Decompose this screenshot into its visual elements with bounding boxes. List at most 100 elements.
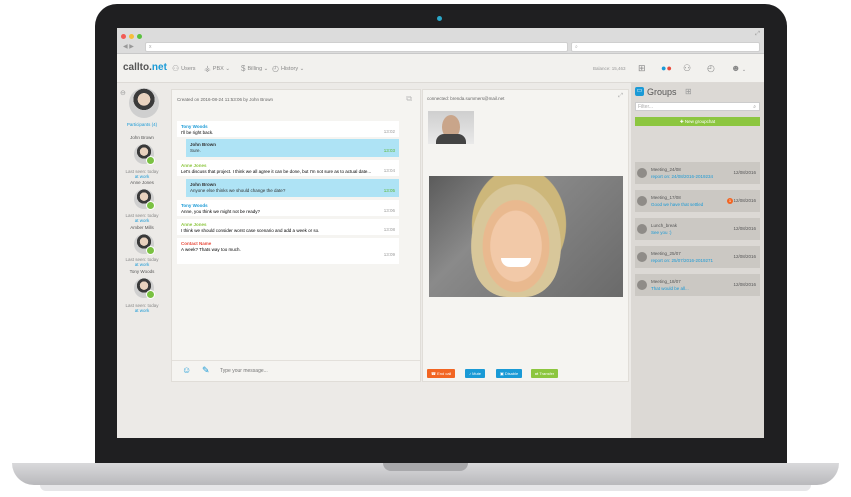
recent-clock-icon[interactable]: ◴ — [707, 63, 715, 74]
self-video-thumbnail[interactable] — [428, 111, 474, 144]
group-item[interactable]: Meeting_17/08 Good we have that settled … — [635, 190, 760, 212]
nav-users[interactable]: ⚇ Users — [172, 64, 196, 73]
address-text: x — [149, 44, 152, 50]
dollar-icon: $ — [241, 64, 246, 73]
participant-status: at work — [134, 308, 150, 313]
mute-label: Mute — [472, 371, 482, 376]
participant-name: Anne Jones — [130, 180, 154, 185]
new-groupchat-button[interactable]: ✚ New groupchat — [635, 117, 760, 126]
participant-status: at work — [134, 174, 150, 179]
group-name: Meeting_18/07 — [651, 279, 681, 284]
group-date: 12/08/2016 — [733, 282, 756, 287]
groups-filter-input[interactable]: Filter... ⌕ — [635, 102, 760, 111]
back-arrow-icon[interactable]: ◀ — [123, 44, 128, 50]
transfer-label: Transfer — [539, 371, 555, 376]
fullscreen-icon[interactable]: ⤢ — [618, 93, 623, 100]
contacts-icon[interactable]: ⚇ — [683, 63, 691, 74]
group-name: Meeting_17/08 — [651, 195, 681, 200]
resize-icon[interactable]: ⤢ — [755, 31, 760, 38]
chat-message: Tony Woods I'll be right back. 13:02 — [177, 121, 399, 137]
remote-video[interactable] — [429, 176, 623, 297]
participants-header[interactable]: Participants (4) — [117, 122, 167, 127]
online-indicator — [146, 290, 155, 299]
group-last-message: See you :) — [651, 230, 672, 235]
end-call-button[interactable]: ☎ End call — [427, 369, 456, 378]
browser-chrome: ◀ ▶ x ⌕ ⤢ — [117, 28, 764, 54]
chat-created-info: Created on 2016-08-24 11:53:06 by John B… — [177, 97, 273, 102]
chat-message: Anne Jones I think we should consider wo… — [177, 219, 399, 235]
group-item[interactable]: Meeting_25/07 report on: 25/07/2016-2019… — [635, 246, 760, 268]
group-item[interactable]: Meeting_24/08 report on: 24/08/2016-2019… — [635, 162, 760, 184]
chat-reply: John Brown Anyone else thinks we should … — [186, 179, 399, 197]
end-call-label: End call — [437, 371, 452, 376]
reply-time: 13:05 — [383, 188, 395, 193]
minimize-window-button[interactable] — [129, 34, 134, 39]
group-name: Lunch_break — [651, 223, 678, 228]
filter-placeholder: Filter... — [638, 104, 654, 110]
popout-icon[interactable]: ⧉ — [406, 94, 412, 104]
nav-history[interactable]: ◴ History ⌄ — [272, 64, 304, 73]
groups-icon: ▭ — [635, 87, 644, 96]
online-indicator — [146, 201, 155, 210]
camera-dot — [437, 16, 442, 21]
group-avatar — [637, 196, 647, 206]
group-item[interactable]: Meeting_18/07 That would be all... 12/08… — [635, 274, 760, 296]
group-item[interactable]: Lunch_break See you :) 12/08/2016 — [635, 218, 760, 240]
grid-view-icon[interactable]: ⊞ — [685, 87, 692, 96]
group-date: 12/08/2016 — [733, 254, 756, 259]
browser-nav: ◀ ▶ — [123, 43, 134, 50]
message-text: I think we should consider worst case sc… — [181, 228, 320, 233]
attach-icon[interactable]: ✎ — [202, 365, 210, 376]
dialpad-icon[interactable]: ⊞ — [638, 63, 646, 74]
participant-avatar[interactable] — [134, 234, 155, 255]
nav-pbx[interactable]: ⚶ PBX ⌄ — [204, 64, 230, 73]
online-indicator — [146, 156, 155, 165]
participant-name: Tony Woods — [129, 269, 155, 274]
browser-search-field[interactable]: ⌕ — [571, 42, 760, 52]
participant-avatar[interactable] — [134, 189, 155, 210]
group-last-message: report on: 25/07/2016-2019271 — [651, 258, 714, 263]
group-last-message: Good we have that settled — [651, 202, 704, 207]
video-panel: connected: brenda.summers@mail.net ⤢ ☎ E… — [422, 89, 629, 382]
unread-badge: 1 — [727, 198, 733, 204]
participant-avatar[interactable] — [134, 278, 155, 299]
status-dots-icon[interactable]: ●● — [661, 63, 672, 73]
collapse-arrow-icon[interactable]: ⊖ — [120, 89, 126, 97]
logo-brand-text: net — [151, 62, 167, 73]
message-text: Anne, you think we might not be ready? — [181, 209, 261, 214]
emoji-icon[interactable]: ☺ — [182, 365, 191, 375]
disable-video-button[interactable]: ▣ Disable — [496, 369, 523, 378]
group-date: 12/08/2016 — [733, 170, 756, 175]
participant-name: Amber Mills — [130, 225, 154, 230]
new-groupchat-label: New groupchat — [684, 119, 716, 124]
forward-arrow-icon[interactable]: ▶ — [129, 44, 134, 50]
users-icon: ⚇ — [172, 64, 180, 73]
app-logo[interactable]: callto.net — [123, 62, 167, 73]
participant-avatar[interactable] — [134, 144, 155, 165]
message-input[interactable] — [218, 365, 412, 377]
group-date: 12/08/2016 — [733, 226, 756, 231]
message-time: 13:08 — [383, 227, 395, 232]
address-bar[interactable]: x — [145, 42, 568, 52]
search-icon: ⌕ — [753, 104, 756, 110]
balance-text: Balance: 15,463 — [593, 66, 626, 71]
reply-text: Anyone else thinks we should change the … — [190, 188, 286, 193]
nav-pbx-label: PBX — [212, 66, 224, 72]
clock-icon: ◴ — [272, 64, 279, 73]
close-window-button[interactable] — [121, 34, 126, 39]
groups-panel: ▭ Groups ⊞ Filter... ⌕ ✚ New groupchat Me… — [631, 83, 764, 438]
group-date: 12/08/2016 — [733, 198, 756, 203]
nav-billing[interactable]: $ Billing ⌄ — [241, 64, 268, 73]
transfer-button[interactable]: ⇄ Transfer — [531, 369, 559, 378]
participant-name: John Brown — [130, 135, 154, 140]
participants-column: ⊖ Participants (4) John Brown Last seen:… — [117, 83, 167, 438]
profile-avatar-icon[interactable]: ☻ ⌄ — [731, 63, 746, 73]
message-time: 13:02 — [383, 129, 395, 134]
group-avatar — [637, 252, 647, 262]
nav-users-label: Users — [181, 66, 196, 72]
groups-title: Groups — [647, 87, 677, 97]
chat-panel: Created on 2016-08-24 11:53:06 by John B… — [171, 89, 421, 382]
maximize-window-button[interactable] — [137, 34, 142, 39]
chat-reply: John Brown Sure. 13:03 — [186, 139, 399, 157]
mute-button[interactable]: ♪ Mute — [465, 369, 486, 378]
